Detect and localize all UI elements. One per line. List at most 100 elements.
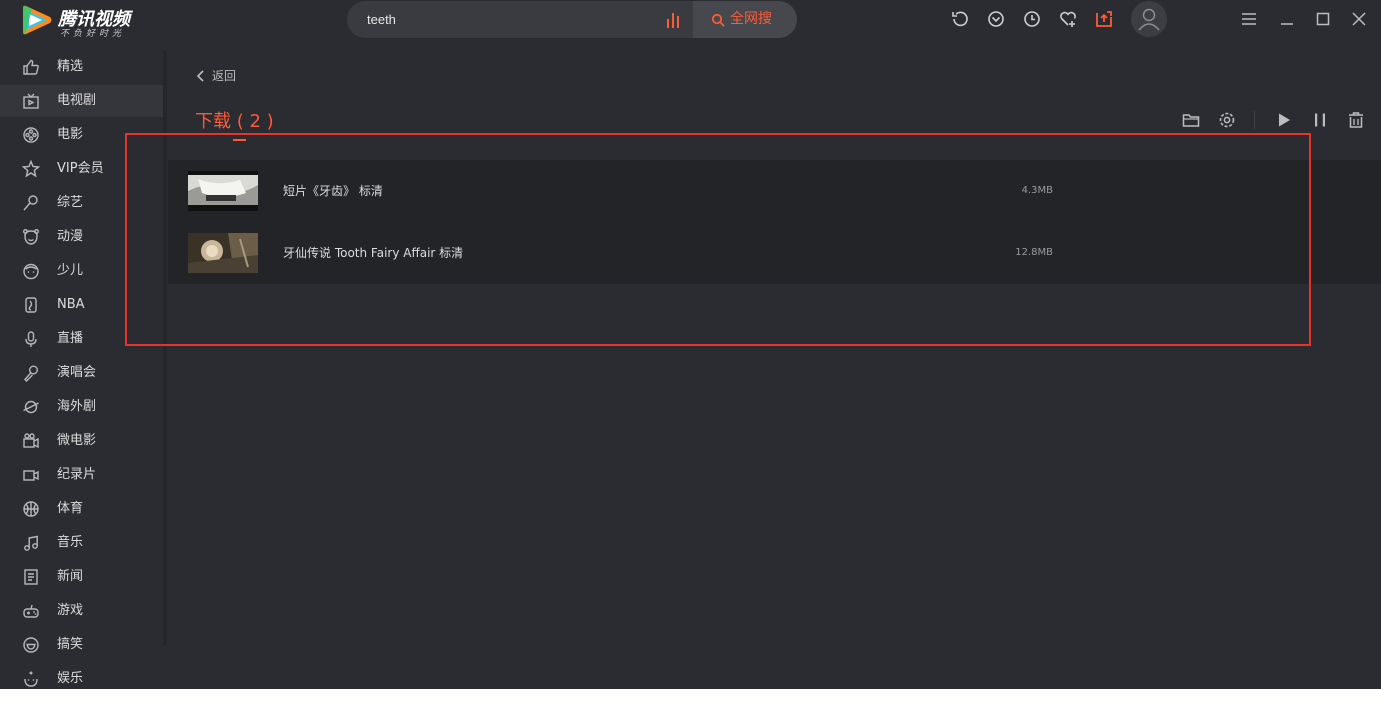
upload-icon[interactable] xyxy=(1094,9,1114,29)
sidebar-item[interactable]: 纪录片 xyxy=(0,459,163,491)
pause-icon[interactable] xyxy=(1310,110,1330,130)
video-title: 牙仙传说 Tooth Fairy Affair 标清 xyxy=(283,246,464,260)
clock-icon[interactable] xyxy=(1022,9,1042,29)
sidebar: 精选电视剧电影 VIP会员综艺动漫少儿 NBA 直播演唱会海外剧微电影纪录片体育音乐新… xyxy=(0,51,163,689)
back-label: 返回 xyxy=(212,69,237,83)
tv-icon xyxy=(22,92,40,110)
film-reel-icon xyxy=(22,126,40,144)
search-button[interactable]: 全网搜 xyxy=(693,1,797,38)
thumb-up-icon xyxy=(22,58,40,76)
sidebar-item[interactable]: 音乐 xyxy=(0,527,163,559)
sidebar-item[interactable]: 直播 xyxy=(0,323,163,355)
list-item[interactable]: 短片《牙齿》 标清 4.3MB xyxy=(168,160,1381,222)
top-bar: 腾讯视频 不负好时光 全网搜 xyxy=(0,0,1381,40)
sidebar-item[interactable]: 微电影 xyxy=(0,425,163,457)
music-note-icon xyxy=(22,534,40,552)
settings-icon[interactable] xyxy=(1217,110,1237,130)
sidebar-item-label: 娱乐 xyxy=(57,671,84,686)
sidebar-item-label: 微电影 xyxy=(57,433,97,448)
sidebar-item[interactable]: 电视剧 xyxy=(0,85,163,117)
smile-icon xyxy=(22,636,40,654)
sidebar-item[interactable]: 精选 xyxy=(0,51,163,83)
kid-face-icon xyxy=(22,262,40,280)
search-bar: 全网搜 xyxy=(347,1,797,38)
download-icon[interactable] xyxy=(986,9,1006,29)
sidebar-item[interactable]: 新闻 xyxy=(0,561,163,593)
tab-underline xyxy=(233,139,246,141)
sidebar-item-label: 体育 xyxy=(57,501,84,516)
sidebar-item-label: 搞笑 xyxy=(57,637,84,652)
sidebar-item[interactable]: NBA xyxy=(0,289,163,321)
camera-icon xyxy=(22,432,40,450)
sidebar-item[interactable]: 电影 xyxy=(0,119,163,151)
sidebar-item[interactable]: VIP会员 xyxy=(0,153,163,185)
newspaper-icon xyxy=(22,568,40,586)
planet-icon xyxy=(22,398,40,416)
video-thumbnail[interactable] xyxy=(188,171,258,211)
list-item[interactable]: 牙仙传说 Tooth Fairy Affair 标清 12.8MB xyxy=(168,222,1381,284)
sidebar-item[interactable]: 海外剧 xyxy=(0,391,163,423)
download-list: 短片《牙齿》 标清 4.3MB 牙仙传说 Tooth Fairy Affair … xyxy=(168,160,1381,284)
sidebar-item[interactable]: 娱乐 xyxy=(0,663,163,689)
hot-chart-icon[interactable] xyxy=(665,11,683,29)
sidebar-item[interactable]: 少儿 xyxy=(0,255,163,287)
microphone-icon xyxy=(22,330,40,348)
sidebar-item[interactable]: 演唱会 xyxy=(0,357,163,389)
gamepad-icon xyxy=(22,602,40,620)
sidebar-item[interactable]: 体育 xyxy=(0,493,163,525)
sidebar-item-label: 游戏 xyxy=(57,603,84,618)
sidebar-item-label: 精选 xyxy=(57,59,84,74)
video-thumbnail[interactable] xyxy=(188,233,258,273)
heart-icon[interactable] xyxy=(1058,9,1078,29)
page-title: 下载 ( 2 ) xyxy=(195,111,274,132)
nba-icon xyxy=(22,296,40,314)
search-icon xyxy=(711,13,725,27)
toolbar-separator xyxy=(1254,111,1255,129)
history-icon[interactable] xyxy=(950,9,970,29)
sidebar-item-label: 电影 xyxy=(57,127,84,142)
minimize-icon[interactable] xyxy=(1278,10,1296,28)
app-logo[interactable]: 腾讯视频 不负好时光 xyxy=(20,3,140,39)
sidebar-item[interactable]: 动漫 xyxy=(0,221,163,253)
magic-wand-icon xyxy=(22,194,40,212)
close-icon[interactable] xyxy=(1350,10,1368,28)
play-icon[interactable] xyxy=(1274,110,1294,130)
sidebar-item-label: 少儿 xyxy=(57,263,84,278)
search-input[interactable] xyxy=(367,1,647,38)
sidebar-item-label: 综艺 xyxy=(57,195,84,210)
folder-icon[interactable] xyxy=(1181,110,1201,130)
video-camera-icon xyxy=(22,466,40,484)
file-size: 4.3MB xyxy=(1021,185,1053,196)
avatar[interactable] xyxy=(1131,1,1167,37)
app-slogan: 不负好时光 xyxy=(60,29,126,39)
sidebar-item[interactable]: 综艺 xyxy=(0,187,163,219)
star-icon xyxy=(21,159,41,178)
trash-icon[interactable] xyxy=(1346,110,1366,130)
cartoon-face-icon xyxy=(22,228,40,246)
play-logo-icon xyxy=(23,5,52,35)
sidebar-item[interactable]: 搞笑 xyxy=(0,629,163,661)
sidebar-divider xyxy=(163,51,167,645)
handheld-mic-icon xyxy=(22,364,40,382)
sidebar-item-label: 海外剧 xyxy=(57,399,97,414)
menu-icon[interactable] xyxy=(1240,10,1258,28)
video-title: 短片《牙齿》 标清 xyxy=(283,184,383,198)
sidebar-item-label: 电视剧 xyxy=(57,93,97,108)
sidebar-item-label: 音乐 xyxy=(57,535,84,550)
download-tab[interactable]: 下载 ( 2 ) xyxy=(195,108,274,136)
file-size: 12.8MB xyxy=(1015,247,1053,258)
chevron-left-icon xyxy=(196,70,204,82)
basketball-icon xyxy=(22,500,40,518)
sidebar-item-label: VIP会员 xyxy=(57,161,104,176)
sparkle-face-icon xyxy=(22,670,40,688)
sidebar-item[interactable]: 游戏 xyxy=(0,595,163,627)
app-window: 腾讯视频 不负好时光 全网搜 xyxy=(0,0,1381,689)
avatar-icon xyxy=(1138,8,1160,31)
maximize-icon[interactable] xyxy=(1314,10,1332,28)
sidebar-item-label: NBA xyxy=(57,297,85,312)
sidebar-item-label: 新闻 xyxy=(57,569,84,584)
search-button-label: 全网搜 xyxy=(730,11,772,27)
sidebar-item-label: 纪录片 xyxy=(57,467,97,482)
sidebar-item-label: 直播 xyxy=(57,331,84,346)
sidebar-item-label: 动漫 xyxy=(57,229,84,244)
